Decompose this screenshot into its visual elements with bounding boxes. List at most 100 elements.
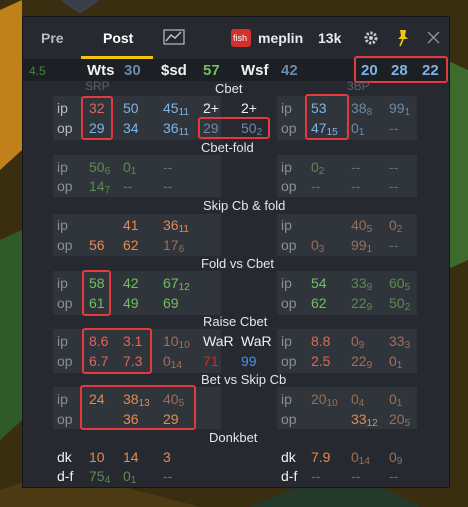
value: 33 — [351, 275, 367, 291]
dk3-turn: 014 — [351, 449, 370, 467]
highlight-cbet-right — [305, 94, 349, 140]
dk3-river: 09 — [389, 449, 402, 467]
sample: 10 — [178, 340, 190, 351]
stats-hud-panel: Pre Post fish meplin 13k 4.5 Wts 30 $sd … — [22, 16, 450, 488]
cbet-fold-ip-value: 506 — [89, 159, 110, 177]
highlight-raise — [82, 328, 152, 374]
value: 50 — [89, 159, 105, 175]
raise3-ip-turn: 09 — [351, 333, 364, 351]
cbet-fold3-op-value: -- — [311, 178, 321, 194]
chart-icon[interactable] — [163, 29, 185, 45]
sample: 11 — [178, 127, 189, 138]
fold-vs-op-river: 69 — [163, 295, 179, 311]
section-cbet-fold: Cbet-fold — [201, 140, 254, 155]
sample: 4 — [104, 475, 111, 486]
value: 0 — [123, 468, 131, 484]
df-turn: 01 — [123, 468, 136, 486]
dk-label: dk — [281, 449, 296, 465]
value: 45 — [163, 100, 179, 116]
sample: 1 — [130, 475, 137, 486]
op-label: op — [281, 178, 297, 194]
op-label: op — [281, 353, 297, 369]
sample: 3 — [404, 340, 411, 351]
df-river: -- — [163, 468, 173, 484]
value: 14 — [89, 178, 105, 194]
war-label-2: WaR — [241, 333, 272, 349]
section-cbet: Cbet — [215, 81, 243, 96]
dk-value: 10 — [89, 449, 105, 465]
section-donkbet: Donkbet — [209, 430, 258, 445]
fold-vs-ip-turn: 42 — [123, 275, 139, 291]
sample: 5 — [366, 224, 373, 235]
sd-value: 57 — [203, 62, 220, 79]
raise-op-river: 014 — [163, 353, 182, 371]
sample: 9 — [366, 360, 373, 371]
value: 40 — [351, 217, 367, 233]
value: 0 — [351, 449, 359, 465]
highlight-bet-vs-skip — [80, 385, 196, 430]
sample: 1 — [358, 127, 365, 138]
sample: 7 — [104, 185, 111, 196]
sample: 6 — [104, 166, 111, 177]
fold-vs3-op-turn: 229 — [351, 295, 372, 313]
cbet-fold-ip-river: -- — [163, 159, 173, 175]
dk-label: dk — [57, 449, 72, 465]
vpip-stat: 4.5 — [29, 64, 46, 78]
highlight-cbet-left — [81, 96, 113, 140]
cbet-fold-op-value: 147 — [89, 178, 110, 196]
value: 20 — [311, 391, 327, 407]
fold-vs-op-turn: 49 — [123, 295, 139, 311]
cbet-fold3-ip-river: -- — [389, 159, 399, 175]
war-value-2: 99 — [241, 353, 257, 369]
sample: 1 — [130, 166, 137, 177]
twobet-label-1: 2+ — [203, 100, 219, 116]
cbet-ip-river: 4511 — [163, 100, 189, 118]
op-label: op — [57, 295, 73, 311]
sample: 5 — [404, 282, 411, 293]
op-label: op — [57, 237, 73, 253]
fold-vs3-op-river: 502 — [389, 295, 410, 313]
value: 20 — [389, 411, 405, 427]
sample: 1 — [366, 244, 373, 255]
cbet-fold-ip-turn: 01 — [123, 159, 136, 177]
sample: 11 — [178, 107, 189, 118]
dk-turn: 14 — [123, 449, 139, 465]
pin-icon[interactable] — [395, 29, 411, 47]
value: 0 — [311, 159, 319, 175]
tab-pre[interactable]: Pre — [41, 30, 64, 46]
sample: 11 — [178, 224, 189, 235]
tab-post[interactable]: Post — [103, 30, 133, 46]
sample: 2 — [318, 166, 325, 177]
sample: 5 — [404, 418, 411, 429]
highlight-fold-vs — [82, 270, 111, 316]
value: 0 — [389, 391, 397, 407]
ip-label: ip — [57, 391, 68, 407]
ip-label: ip — [57, 159, 68, 175]
op-label: op — [57, 353, 73, 369]
close-icon[interactable] — [427, 31, 440, 44]
value: 22 — [351, 353, 367, 369]
cbet3-ip-river: 991 — [389, 100, 410, 118]
cbet-fold3-op-river: -- — [389, 178, 399, 194]
sample: 9 — [396, 456, 403, 467]
value: 0 — [389, 217, 397, 233]
ip-label: ip — [281, 159, 292, 175]
sample: 1 — [404, 107, 411, 118]
fold-vs3-ip-value: 54 — [311, 275, 327, 291]
gear-icon[interactable] — [363, 30, 379, 46]
cbet3-ip-turn: 388 — [351, 100, 372, 118]
sample: 10 — [326, 398, 338, 409]
skip3-op-turn: 991 — [351, 237, 372, 255]
header-stat-2: 28 — [391, 62, 408, 79]
ip-label: ip — [281, 391, 292, 407]
wts-label: Wts — [87, 62, 115, 79]
raise3-op-value: 2.5 — [311, 353, 331, 369]
dk-river: 3 — [163, 449, 171, 465]
skip-ip-river: 3611 — [163, 217, 189, 235]
sample: 9 — [366, 282, 373, 293]
cbet-fold-op-river: -- — [163, 178, 173, 194]
skip-ip-turn: 41 — [123, 217, 139, 233]
value: 75 — [89, 468, 105, 484]
fold-vs-ip-river: 6712 — [163, 275, 190, 293]
value: 99 — [351, 237, 367, 253]
